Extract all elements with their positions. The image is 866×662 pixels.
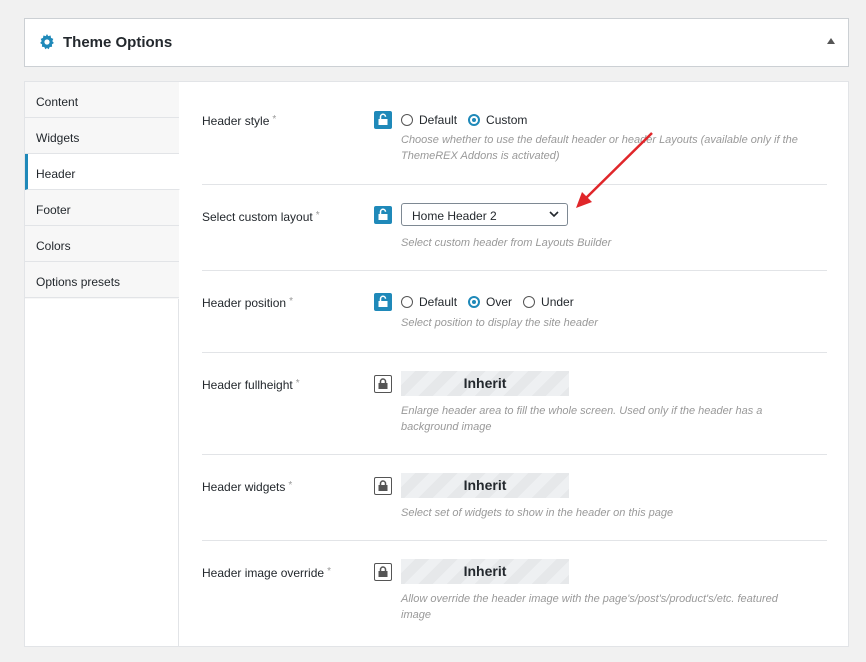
theme-options-panel: Theme Options xyxy=(24,18,849,67)
header-image-override-row: Header image override * Inherit Allow ove… xyxy=(202,541,827,641)
header-style-row: Header style * Default Custom Choose whet… xyxy=(202,82,827,185)
header-widgets-label: Header widgets * xyxy=(202,480,293,494)
gear-icon xyxy=(40,34,54,50)
tab-content[interactable]: Content xyxy=(25,82,179,118)
header-image-override-desc: Allow override the header image with the… xyxy=(401,593,778,621)
header-fullheight-row: Header fullheight * Inherit Enlarge heade… xyxy=(202,353,827,455)
chevron-down-icon xyxy=(549,211,559,218)
radio-default[interactable]: Default xyxy=(401,113,457,127)
custom-layout-select[interactable]: Home Header 2 xyxy=(401,203,568,226)
header-widgets-row: Header widgets * Inherit Select set of wi… xyxy=(202,455,827,541)
panel-title: Theme Options xyxy=(63,34,173,51)
tab-colors[interactable]: Colors xyxy=(25,226,179,262)
unlock-icon[interactable] xyxy=(374,293,392,311)
lock-icon[interactable] xyxy=(374,375,392,393)
header-fullheight-inherit[interactable]: Inherit xyxy=(401,371,569,396)
custom-layout-row: Select custom layout * Home Header 2 Sele… xyxy=(202,185,827,271)
tab-options-presets[interactable]: Options presets xyxy=(25,262,179,298)
unlock-icon[interactable] xyxy=(374,111,392,129)
radio-custom[interactable]: Custom xyxy=(468,113,527,127)
radio-default[interactable]: Default xyxy=(401,295,457,309)
tabs-sidebar: Content Widgets Header Footer Colors Opt… xyxy=(25,82,180,646)
header-position-row: Header position * Default Over Under Sele… xyxy=(202,271,827,353)
header-fullheight-desc: Enlarge header area to fill the whole sc… xyxy=(401,405,763,433)
lock-icon[interactable] xyxy=(374,563,392,581)
lock-icon[interactable] xyxy=(374,477,392,495)
tab-header[interactable]: Header xyxy=(25,154,180,190)
header-style-label: Header style * xyxy=(202,114,277,128)
header-style-options: Default Custom xyxy=(401,113,538,127)
tab-footer[interactable]: Footer xyxy=(25,190,179,226)
header-image-override-label: Header image override * xyxy=(202,566,331,580)
annotation-arrow xyxy=(576,132,653,208)
header-position-desc: Select position to display the site head… xyxy=(401,317,598,329)
header-image-override-inherit[interactable]: Inherit xyxy=(401,559,569,584)
header-position-label: Header position * xyxy=(202,296,293,310)
radio-over[interactable]: Over xyxy=(468,295,512,309)
custom-layout-label: Select custom layout * xyxy=(202,210,320,224)
radio-under[interactable]: Under xyxy=(523,295,574,309)
chevron-up-icon[interactable] xyxy=(827,38,835,44)
header-widgets-desc: Select set of widgets to show in the hea… xyxy=(401,507,674,519)
options-body: Content Widgets Header Footer Colors Opt… xyxy=(24,81,849,647)
header-fullheight-label: Header fullheight * xyxy=(202,378,300,392)
tab-widgets[interactable]: Widgets xyxy=(25,118,179,154)
header-position-options: Default Over Under xyxy=(401,295,585,309)
unlock-icon[interactable] xyxy=(374,206,392,224)
header-widgets-inherit[interactable]: Inherit xyxy=(401,473,569,498)
custom-layout-desc: Select custom header from Layouts Builde… xyxy=(401,237,612,249)
